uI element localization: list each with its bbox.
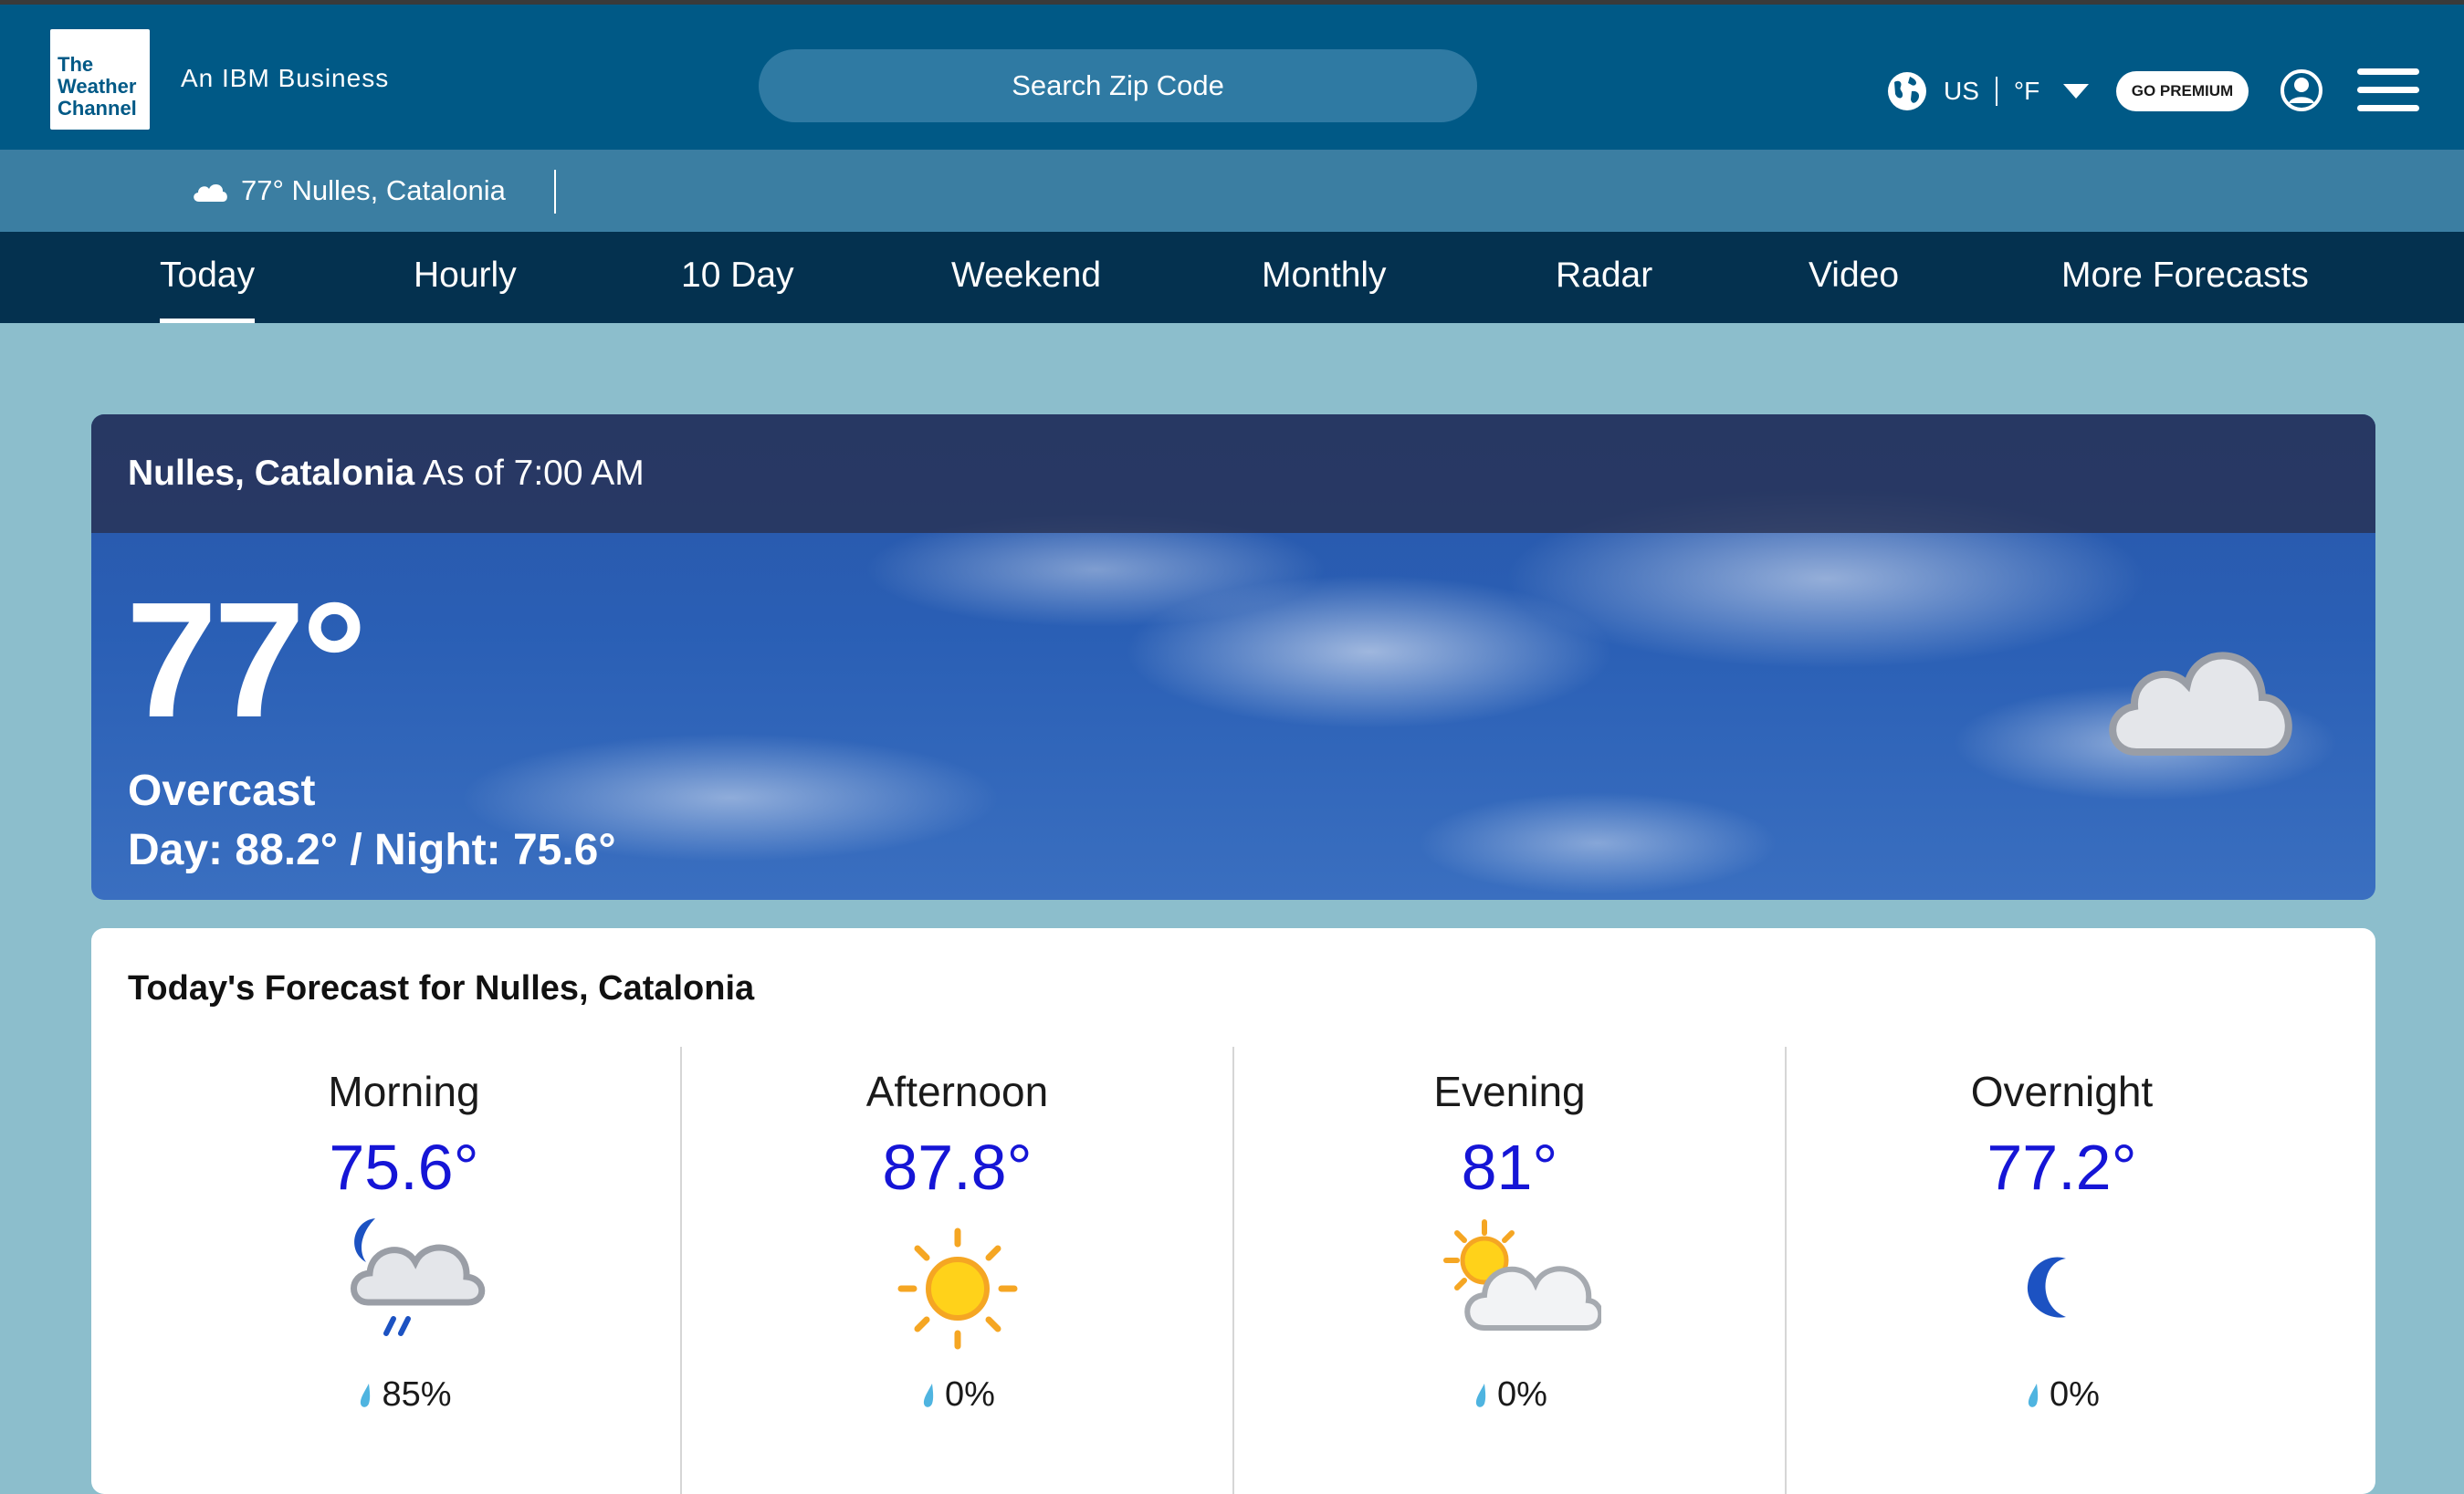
tab-video[interactable]: Video [1809,232,1899,323]
locale-divider [1995,77,1997,106]
moon-icon [2027,1257,2066,1318]
partly-cloudy-icon [1442,1219,1601,1331]
forecast-period-morning[interactable]: Morning 75.6° 85% [128,1047,680,1494]
period-temperature: 77.2° [1987,1132,2137,1203]
forecast-period-evening[interactable]: Evening 81° 0% [1232,1047,1785,1494]
precip-chance: 0% [2050,1375,2100,1414]
account-icon[interactable] [2280,68,2323,112]
ibm-tagline: An IBM Business [181,64,390,92]
period-name: Evening [1433,1068,1586,1115]
raindrop-icon [2028,1383,2039,1407]
recent-locations-bar: 77° Nulles, Catalonia [0,150,2464,232]
current-temperature: 77° [126,569,367,752]
sun-icon [897,1228,1017,1350]
period-temperature: 75.6° [329,1132,479,1203]
search-zip-input[interactable] [759,49,1477,122]
observation-time: As of 7:00 AM [422,454,645,493]
cloud-icon [194,183,227,202]
tab-hourly[interactable]: Hourly [414,232,517,323]
period-name: Morning [328,1068,480,1115]
tab-monthly[interactable]: Monthly [1262,232,1387,323]
period-temperature: 81° [1461,1132,1558,1203]
forecast-period-overnight[interactable]: Overnight 77.2° 0% [1785,1047,2337,1494]
current-conditions-card: Nulles, Catalonia As of 7:00 AM 77° Over… [91,414,2375,900]
tab-today[interactable]: Today [160,232,256,323]
current-condition: Overcast [128,767,316,815]
period-name: Overnight [1970,1068,2154,1115]
tab-more-forecasts[interactable]: More Forecasts [2061,232,2309,323]
site-header: The Weather Channel An IBM Business US °… [0,5,2464,150]
locale-selector[interactable]: US °F [1887,68,2090,114]
raindrop-icon [923,1383,934,1407]
cloud-icon [2109,652,2292,756]
raindrop-icon [1475,1383,1486,1407]
chevron-down-icon [2063,84,2090,99]
recent-location-label: 77° Nulles, Catalonia [241,174,506,206]
menu-icon[interactable] [2357,68,2419,112]
weather-channel-logo[interactable]: The Weather Channel [50,29,150,130]
forecast-title: Today's Forecast for Nulles, Catalonia [128,969,755,1008]
night-rain-icon [350,1218,485,1336]
current-conditions-header: Nulles, Catalonia As of 7:00 AM [91,414,2375,533]
period-temperature: 87.8° [882,1132,1033,1203]
precip-chance: 0% [945,1375,995,1414]
day-night-temps: Day: 88.2° / Night: 75.6° [128,826,616,874]
forecast-period-afternoon[interactable]: Afternoon 87.8° 0% [680,1047,1232,1494]
current-location: Nulles, Catalonia [128,454,415,493]
tab-10-day[interactable]: 10 Day [681,232,794,323]
recent-location-item[interactable]: 77° Nulles, Catalonia [190,150,506,232]
tab-weekend[interactable]: Weekend [951,232,1101,323]
todays-forecast-card: Today's Forecast for Nulles, Catalonia M… [91,928,2375,1494]
precip-chance: 85% [382,1375,452,1414]
forecast-nav: Today Hourly 10 Day Weekend Monthly Rada… [0,232,2464,323]
raindrop-icon [361,1383,371,1407]
globe-icon [1888,72,1926,110]
locale-country: US [1944,77,1979,105]
tab-radar[interactable]: Radar [1556,232,1652,323]
locale-unit: °F [2013,77,2040,105]
go-premium-button[interactable]: GO PREMIUM [2116,71,2249,111]
precip-chance: 0% [1497,1375,1547,1414]
location-divider [554,170,556,214]
period-name: Afternoon [865,1068,1049,1115]
